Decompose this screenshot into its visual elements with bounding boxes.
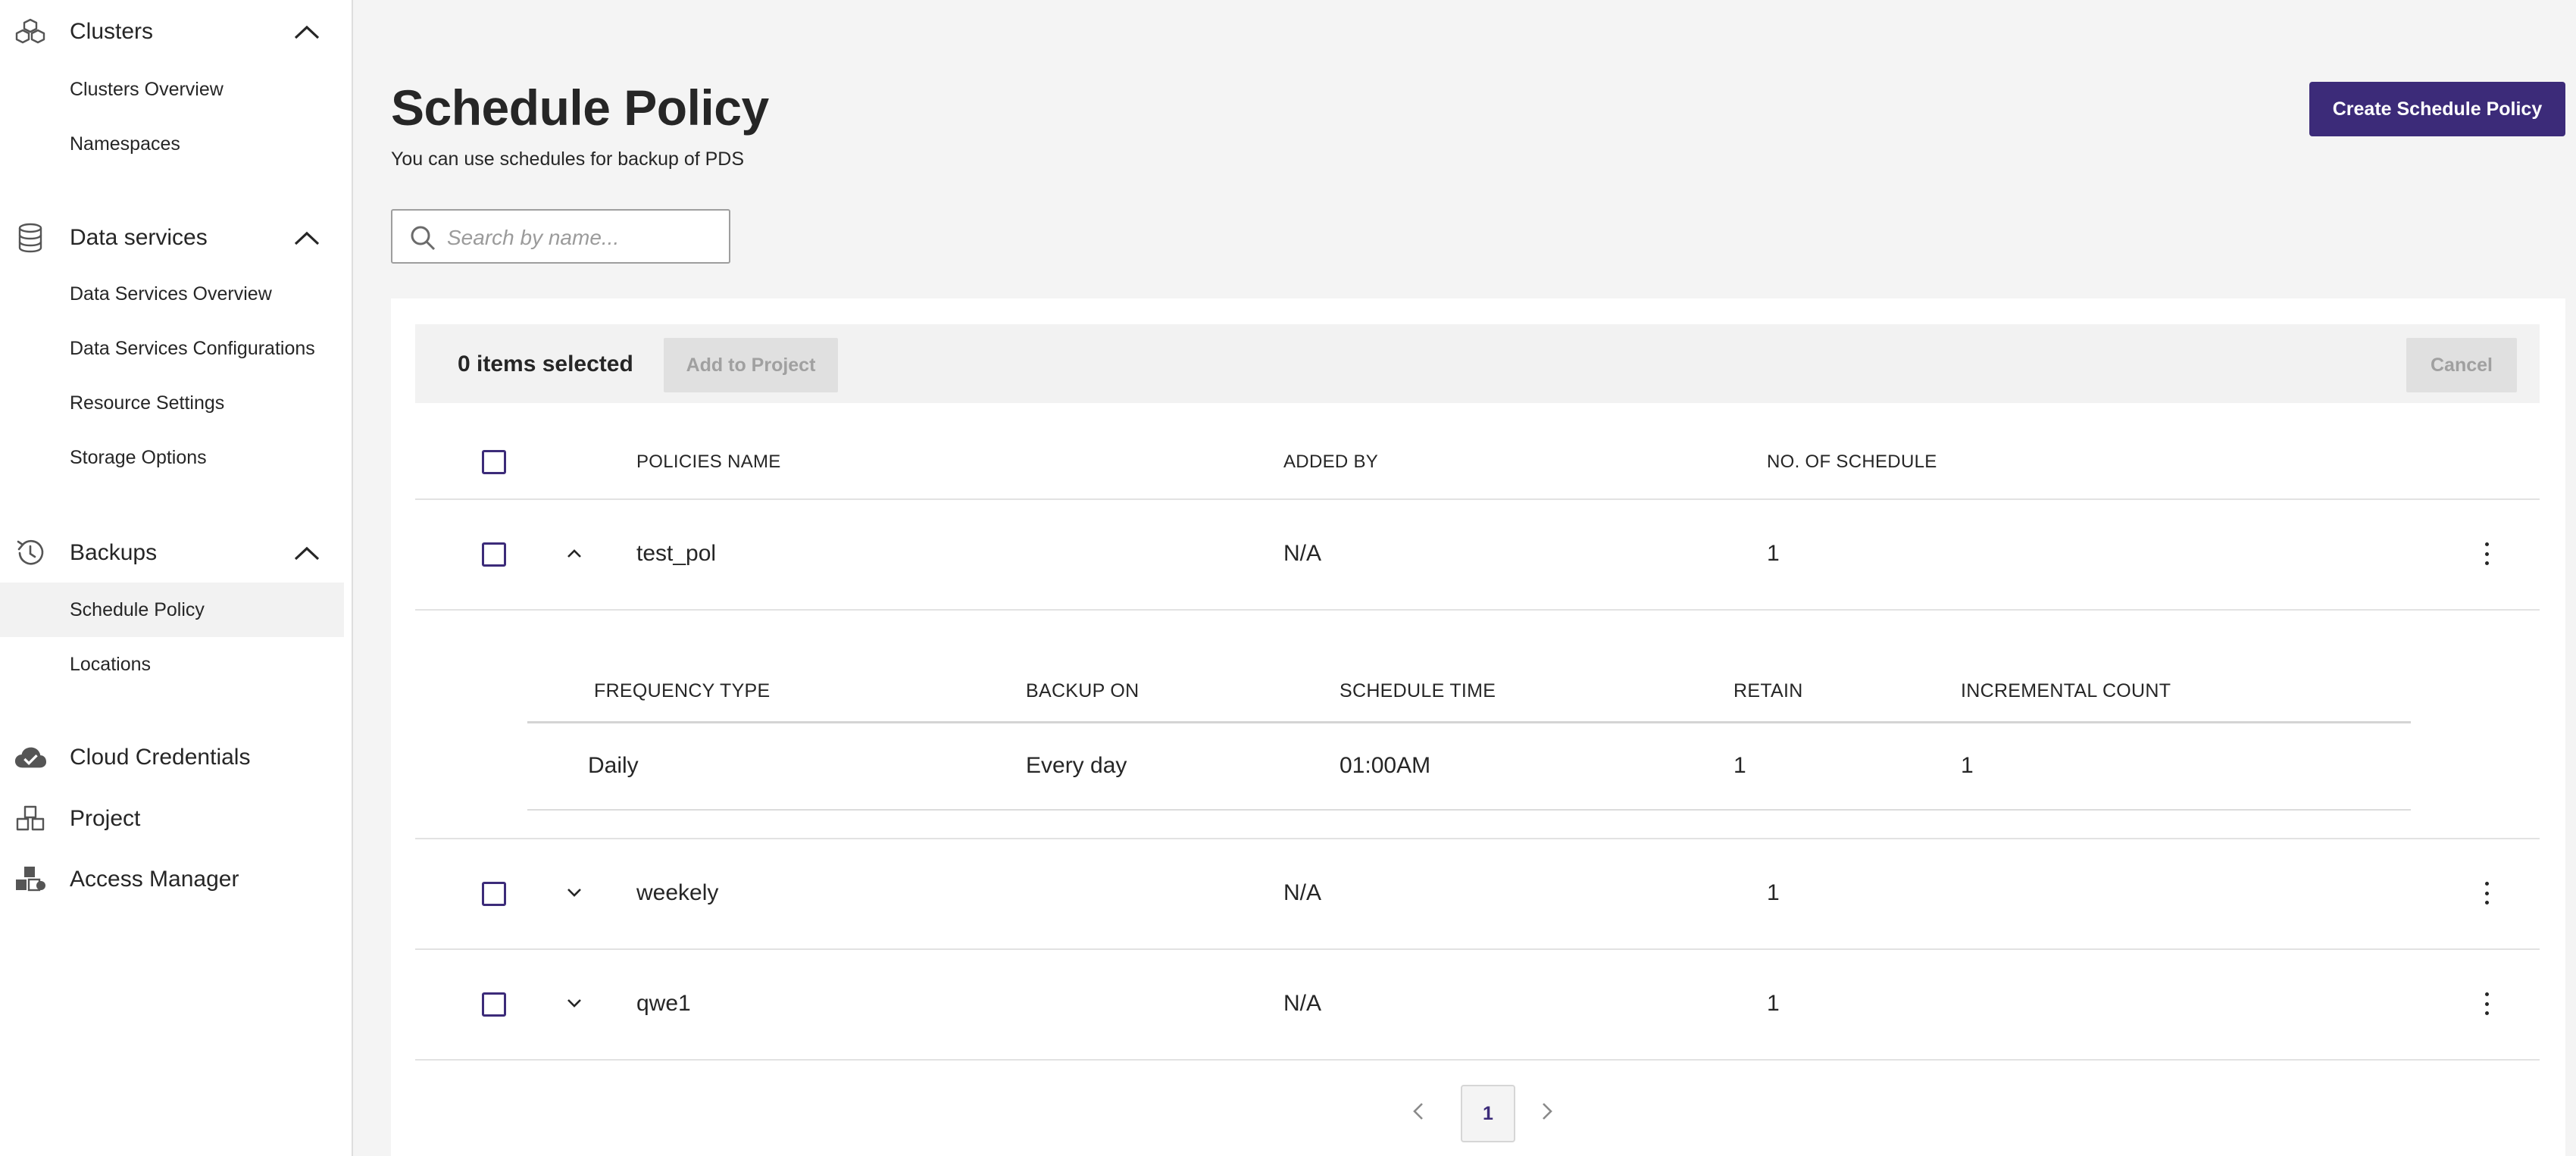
- sidebar: Clusters Clusters Overview Namespaces Da…: [0, 0, 353, 1156]
- column-header-policies-name: POLICIES NAME: [636, 451, 781, 472]
- row-checkbox[interactable]: [482, 992, 506, 1017]
- chevron-up-icon[interactable]: [291, 542, 323, 564]
- detail-header-incremental-count: INCREMENTAL COUNT: [1961, 680, 2171, 701]
- sidebar-item-label: Storage Options: [70, 446, 207, 468]
- backup-on: Every day: [1026, 753, 1127, 778]
- detail-header-frequency-type: FREQUENCY TYPE: [594, 680, 771, 701]
- incremental-count: 1: [1961, 753, 1974, 778]
- more-options-icon[interactable]: [2482, 882, 2491, 904]
- sidebar-item-label: Data Services Configurations: [70, 337, 315, 359]
- project-cubes-icon: [14, 805, 47, 833]
- sidebar-item-label: Data Services Overview: [70, 283, 272, 305]
- row-divider: [415, 948, 2540, 950]
- retain: 1: [1733, 753, 1746, 778]
- sidebar-group-label: Project: [70, 806, 141, 831]
- column-header-no-of-schedule: NO. OF SCHEDULE: [1767, 451, 1937, 472]
- sidebar-item-locations[interactable]: Locations: [0, 637, 344, 692]
- sidebar-item-access-manager[interactable]: Access Manager: [0, 857, 344, 902]
- sidebar-item-label: Clusters Overview: [70, 78, 224, 100]
- page-subtitle: You can use schedules for backup of PDS: [391, 148, 745, 170]
- main-content: Schedule Policy You can use schedules fo…: [355, 0, 2576, 1156]
- sidebar-group-label: Data services: [70, 225, 208, 250]
- sidebar-group-clusters[interactable]: Clusters: [0, 9, 344, 55]
- database-icon: [14, 223, 47, 253]
- schedule-count: 1: [1767, 541, 1780, 566]
- search-box: [391, 209, 730, 264]
- policy-name: weekely: [636, 880, 719, 905]
- sidebar-item-project[interactable]: Project: [0, 796, 344, 842]
- sidebar-item-schedule-policy[interactable]: Schedule Policy: [0, 583, 344, 637]
- selected-count: 0 items selected: [458, 351, 633, 376]
- history-icon: [14, 539, 47, 567]
- sidebar-item-resource-settings[interactable]: Resource Settings: [0, 376, 344, 430]
- sidebar-group-label: Cloud Credentials: [70, 745, 251, 770]
- sidebar-item-label: Locations: [70, 653, 152, 675]
- sidebar-item-clusters-overview[interactable]: Clusters Overview: [0, 62, 344, 117]
- selection-bar: 0 items selected Add to Project Cancel: [415, 324, 2540, 403]
- row-divider: [415, 1059, 2540, 1061]
- policy-name: test_pol: [636, 541, 717, 566]
- search-icon: [411, 226, 436, 251]
- row-divider: [415, 838, 2540, 839]
- cancel-button[interactable]: Cancel: [2406, 338, 2517, 392]
- policies-panel: 0 items selected Add to Project Cancel P…: [391, 298, 2565, 1156]
- frequency-type: Daily: [588, 753, 639, 778]
- sidebar-item-label: Schedule Policy: [70, 598, 205, 620]
- page-button-current[interactable]: 1: [1461, 1085, 1515, 1142]
- page-title: Schedule Policy: [391, 80, 769, 136]
- sidebar-group-label: Clusters: [70, 19, 154, 44]
- row-checkbox[interactable]: [482, 542, 506, 567]
- row-checkbox[interactable]: [482, 882, 506, 906]
- sidebar-item-label: Namespaces: [70, 133, 180, 155]
- schedule-count: 1: [1767, 991, 1780, 1016]
- sidebar-item-cloud-credentials[interactable]: Cloud Credentials: [0, 735, 344, 780]
- access-manager-icon: [14, 866, 47, 893]
- sidebar-group-label: Access Manager: [70, 867, 239, 892]
- sidebar-item-data-services-configurations[interactable]: Data Services Configurations: [0, 321, 344, 376]
- row-divider: [415, 609, 2540, 611]
- select-all-checkbox[interactable]: [482, 450, 506, 474]
- sidebar-item-label: Resource Settings: [70, 392, 225, 414]
- sidebar-group-data-services[interactable]: Data services: [0, 215, 344, 261]
- added-by: N/A: [1283, 880, 1322, 905]
- detail-header-schedule-time: SCHEDULE TIME: [1340, 680, 1496, 701]
- detail-header-divider: [527, 721, 2411, 723]
- more-options-icon[interactable]: [2482, 542, 2491, 565]
- policy-name: qwe1: [636, 991, 691, 1016]
- added-by: N/A: [1283, 541, 1322, 566]
- create-schedule-policy-button[interactable]: Create Schedule Policy: [2309, 82, 2565, 136]
- add-to-project-button[interactable]: Add to Project: [664, 338, 838, 392]
- column-header-added-by: ADDED BY: [1283, 451, 1379, 472]
- added-by: N/A: [1283, 991, 1322, 1016]
- schedule-time: 01:00AM: [1340, 753, 1431, 778]
- detail-row-divider: [527, 809, 2411, 811]
- chevron-right-icon[interactable]: [1538, 1100, 1556, 1123]
- cloud-check-icon: [14, 744, 47, 771]
- sidebar-item-storage-options[interactable]: Storage Options: [0, 430, 344, 485]
- clusters-icon: [14, 18, 47, 45]
- chevron-down-icon[interactable]: [564, 885, 585, 900]
- more-options-icon[interactable]: [2482, 992, 2491, 1015]
- sidebar-group-label: Backups: [70, 540, 158, 565]
- chevron-up-icon[interactable]: [291, 21, 323, 42]
- detail-header-backup-on: BACKUP ON: [1026, 680, 1140, 701]
- schedule-count: 1: [1767, 880, 1780, 905]
- search-input[interactable]: [447, 221, 720, 255]
- chevron-up-icon[interactable]: [564, 545, 585, 561]
- sidebar-group-backups[interactable]: Backups: [0, 530, 344, 576]
- detail-header-retain: RETAIN: [1733, 680, 1803, 701]
- sidebar-item-namespaces[interactable]: Namespaces: [0, 117, 344, 171]
- chevron-up-icon[interactable]: [291, 227, 323, 248]
- chevron-left-icon[interactable]: [1409, 1100, 1427, 1123]
- sidebar-item-data-services-overview[interactable]: Data Services Overview: [0, 267, 344, 321]
- row-divider: [415, 498, 2540, 500]
- chevron-down-icon[interactable]: [564, 995, 585, 1011]
